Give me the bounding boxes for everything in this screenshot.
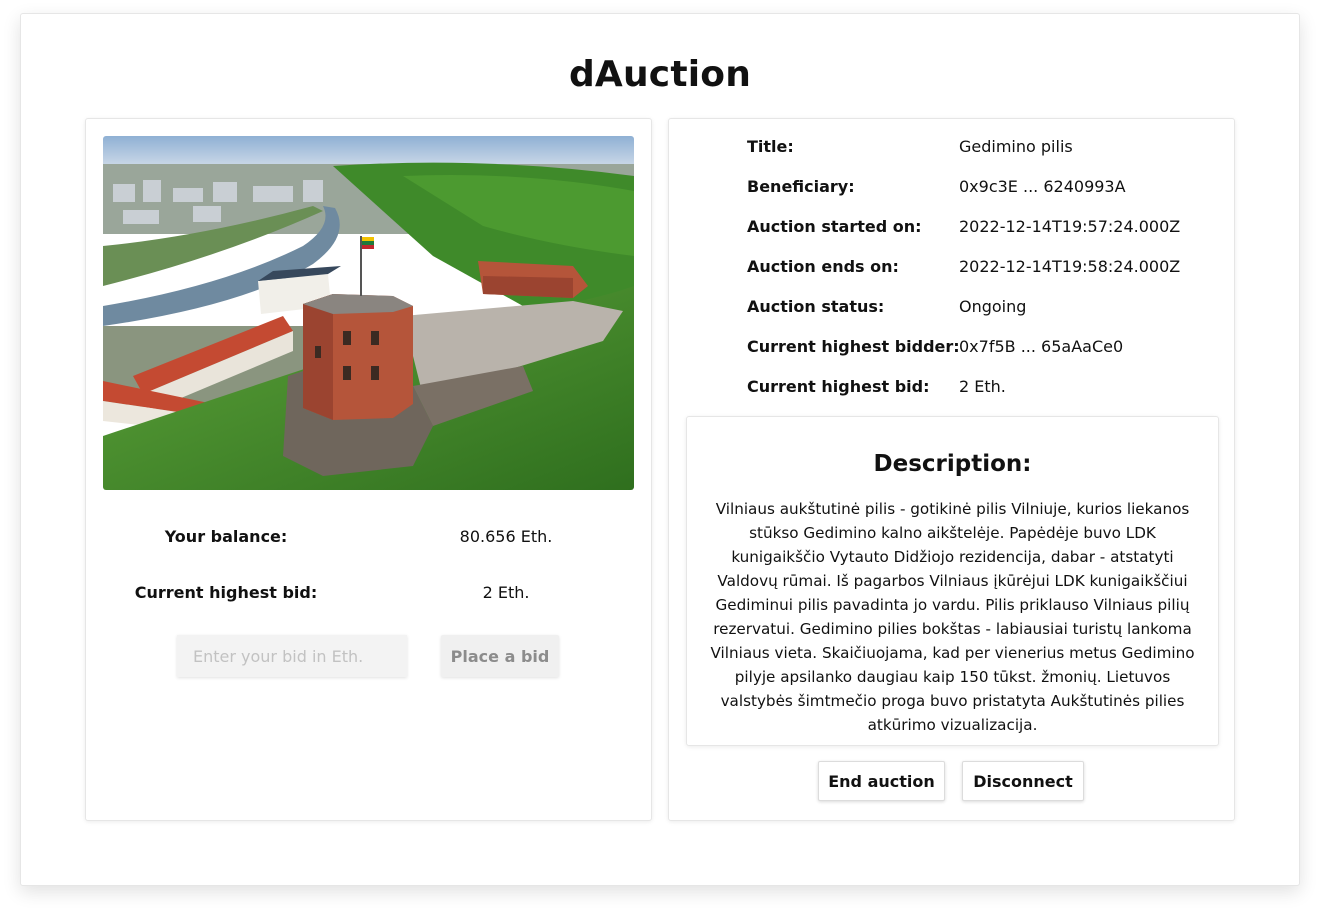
details-card: Title: Gedimino pilis Beneficiary: 0x9c3… <box>668 118 1235 821</box>
detail-label: Auction ends on: <box>747 257 899 276</box>
bid-amount-input[interactable] <box>177 635 407 677</box>
app-title: dAuction <box>568 54 752 95</box>
detail-value: 2022-12-14T19:58:24.000Z <box>959 257 1181 276</box>
highest-bid-label: Current highest bid: <box>134 583 318 602</box>
detail-label: Auction started on: <box>747 217 922 236</box>
detail-label: Title: <box>747 137 794 156</box>
detail-value: Ongoing <box>959 297 1027 316</box>
end-auction-button[interactable]: End auction <box>818 761 945 801</box>
detail-value: 0x9c3E ... 6240993A <box>959 177 1126 196</box>
place-bid-button[interactable]: Place a bid <box>441 635 559 677</box>
description-card: Description: Vilniaus aukštutinė pilis -… <box>686 416 1219 746</box>
detail-label: Auction status: <box>747 297 885 316</box>
bidding-card: Your balance: 80.656 Eth. Current highes… <box>85 118 652 821</box>
detail-label: Beneficiary: <box>747 177 855 196</box>
highest-bid-row: Current highest bid: 2 Eth. <box>86 583 651 607</box>
balance-row: Your balance: 80.656 Eth. <box>86 527 651 551</box>
detail-label: Current highest bid: <box>747 377 930 396</box>
balance-label: Your balance: <box>164 527 288 546</box>
description-text: Vilniaus aukštutinė pilis - gotikinė pil… <box>710 500 1195 734</box>
highest-bid-value: 2 Eth. <box>482 583 530 602</box>
detail-value: 0x7f5B ... 65aAaCe0 <box>959 337 1124 356</box>
detail-value: Gedimino pilis <box>959 137 1073 156</box>
detail-label: Current highest bidder: <box>747 337 960 356</box>
app-container: dAuction Your balance: 80.656 Eth. Curre… <box>20 13 1300 886</box>
balance-value: 80.656 Eth. <box>459 527 553 546</box>
detail-value: 2 Eth. <box>959 377 1006 396</box>
description-title: Description: <box>873 451 1032 477</box>
auction-item-image <box>103 136 634 490</box>
detail-value: 2022-12-14T19:57:24.000Z <box>959 217 1181 236</box>
disconnect-button[interactable]: Disconnect <box>962 761 1084 801</box>
